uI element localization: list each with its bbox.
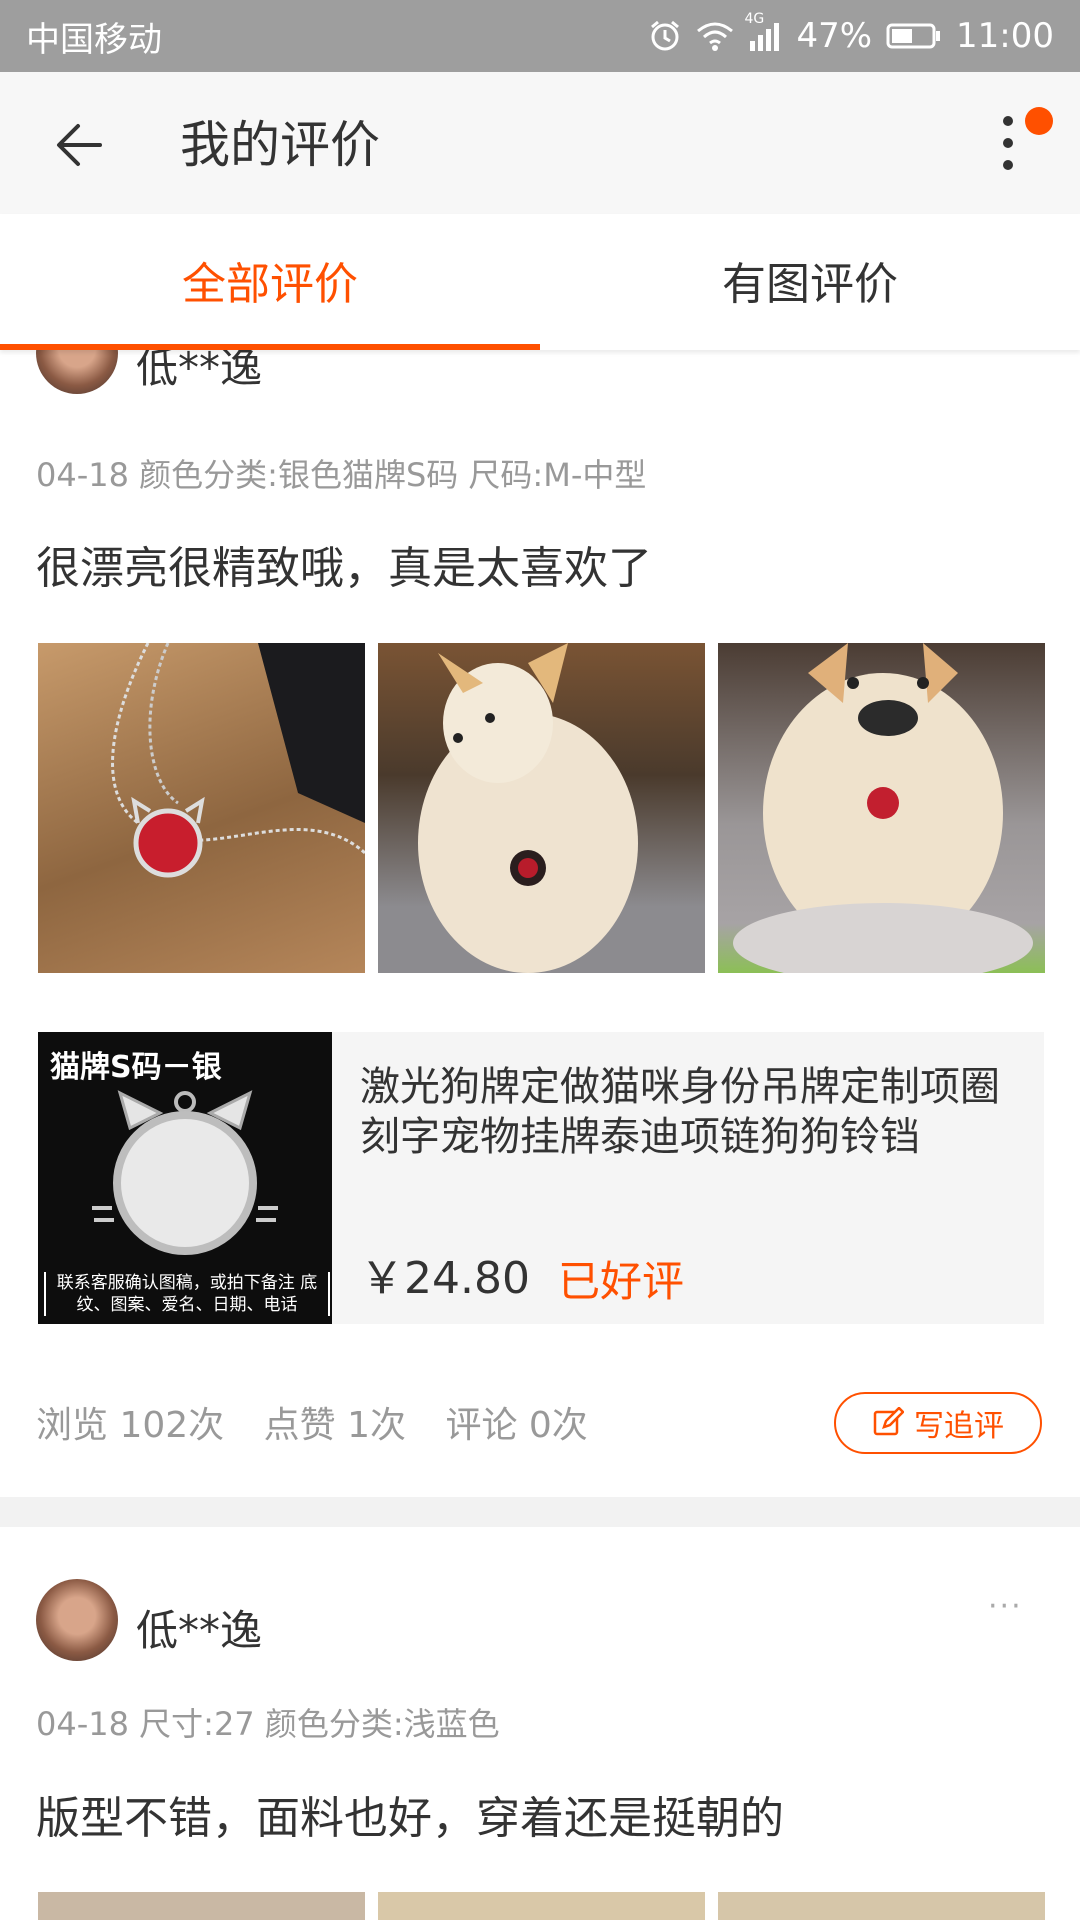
product-thumbnail: 猫牌S码－银 联系客服确认图稿，或拍下备注 底纹、图案、爱名、日期、电话 bbox=[38, 1032, 332, 1324]
review-photo[interactable] bbox=[38, 643, 365, 973]
tab-photo-reviews[interactable]: 有图评价 bbox=[540, 214, 1080, 350]
review-photo[interactable] bbox=[718, 1892, 1045, 1920]
review-text: 很漂亮很精致哦，真是太喜欢了 bbox=[36, 543, 652, 594]
cat-tag-image bbox=[92, 1090, 278, 1255]
product-title: 激光狗牌定做猫咪身份吊牌定制项圈刻字宠物挂牌泰迪项链狗狗铃铛 bbox=[360, 1064, 1000, 1160]
review-card: 低**逸 ··· 04-18 尺寸:27 颜色分类:浅蓝色 版型不错，面料也好，… bbox=[0, 1527, 1080, 1920]
app-header: 我的评价 bbox=[0, 72, 1080, 214]
status-icons: 4G 47% 11:00 bbox=[648, 11, 1054, 56]
view-count: 浏览 102次 bbox=[36, 1405, 225, 1446]
write-follow-up-button[interactable]: 写追评 bbox=[834, 1392, 1042, 1454]
thumbnail-title: 猫牌S码－银 bbox=[50, 1050, 222, 1085]
write-follow-up-label: 写追评 bbox=[914, 1409, 1004, 1444]
wifi-icon bbox=[696, 21, 734, 51]
review-photo[interactable] bbox=[38, 1892, 365, 1920]
clock-time: 11:00 bbox=[956, 16, 1054, 56]
review-photo[interactable] bbox=[718, 643, 1045, 973]
section-divider bbox=[0, 1497, 1080, 1527]
review-stats: 浏览 102次 点赞 1次 评论 0次 bbox=[36, 1396, 616, 1448]
battery-icon bbox=[886, 22, 942, 50]
network-type-label: 4G bbox=[744, 11, 765, 27]
alarm-icon bbox=[648, 19, 682, 53]
edit-icon bbox=[873, 1407, 904, 1436]
review-meta: 04-18 尺寸:27 颜色分类:浅蓝色 bbox=[36, 1705, 500, 1743]
avatar[interactable] bbox=[36, 1579, 118, 1661]
signal-icon: 4G bbox=[744, 11, 782, 51]
review-meta: 04-18 颜色分类:银色猫牌S码 尺码:M-中型 bbox=[36, 456, 647, 494]
page-title: 我的评价 bbox=[180, 116, 380, 174]
username: 低**逸 bbox=[136, 1606, 263, 1655]
review-tabs: 全部评价 有图评价 bbox=[0, 214, 1080, 350]
arrow-left-icon bbox=[57, 124, 102, 166]
active-tab-indicator bbox=[0, 344, 540, 350]
comment-count: 评论 0次 bbox=[445, 1405, 588, 1446]
thumbnail-note: 联系客服确认图稿，或拍下备注 底纹、图案、爱名、日期、电话 bbox=[44, 1272, 330, 1316]
carrier-label: 中国移动 bbox=[26, 19, 162, 60]
review-card: 低**逸 ··· 04-18 颜色分类:银色猫牌S码 尺码:M-中型 很漂亮很精… bbox=[0, 312, 1080, 1495]
card-more-button[interactable]: ··· bbox=[988, 1589, 1023, 1624]
product-card[interactable]: 猫牌S码－银 联系客服确认图稿，或拍下备注 底纹、图案、爱名、日期、电话 激光狗… bbox=[38, 1032, 1044, 1324]
status-bar: 中国移动 4G 47% 11:00 bbox=[0, 0, 1080, 72]
product-price: ￥24.80 bbox=[360, 1253, 530, 1304]
tab-all-reviews[interactable]: 全部评价 bbox=[0, 214, 540, 350]
back-button[interactable] bbox=[50, 112, 116, 178]
review-text: 版型不错，面料也好，穿着还是挺朝的 bbox=[36, 1793, 784, 1844]
review-photo[interactable] bbox=[378, 643, 705, 973]
more-button[interactable] bbox=[986, 112, 1030, 182]
more-vertical-icon bbox=[986, 116, 1030, 170]
review-photo[interactable] bbox=[378, 1892, 705, 1920]
notification-dot bbox=[1025, 107, 1053, 135]
battery-percent: 47% bbox=[796, 16, 873, 56]
review-status: 已好评 bbox=[558, 1257, 685, 1306]
like-count: 点赞 1次 bbox=[263, 1405, 406, 1446]
